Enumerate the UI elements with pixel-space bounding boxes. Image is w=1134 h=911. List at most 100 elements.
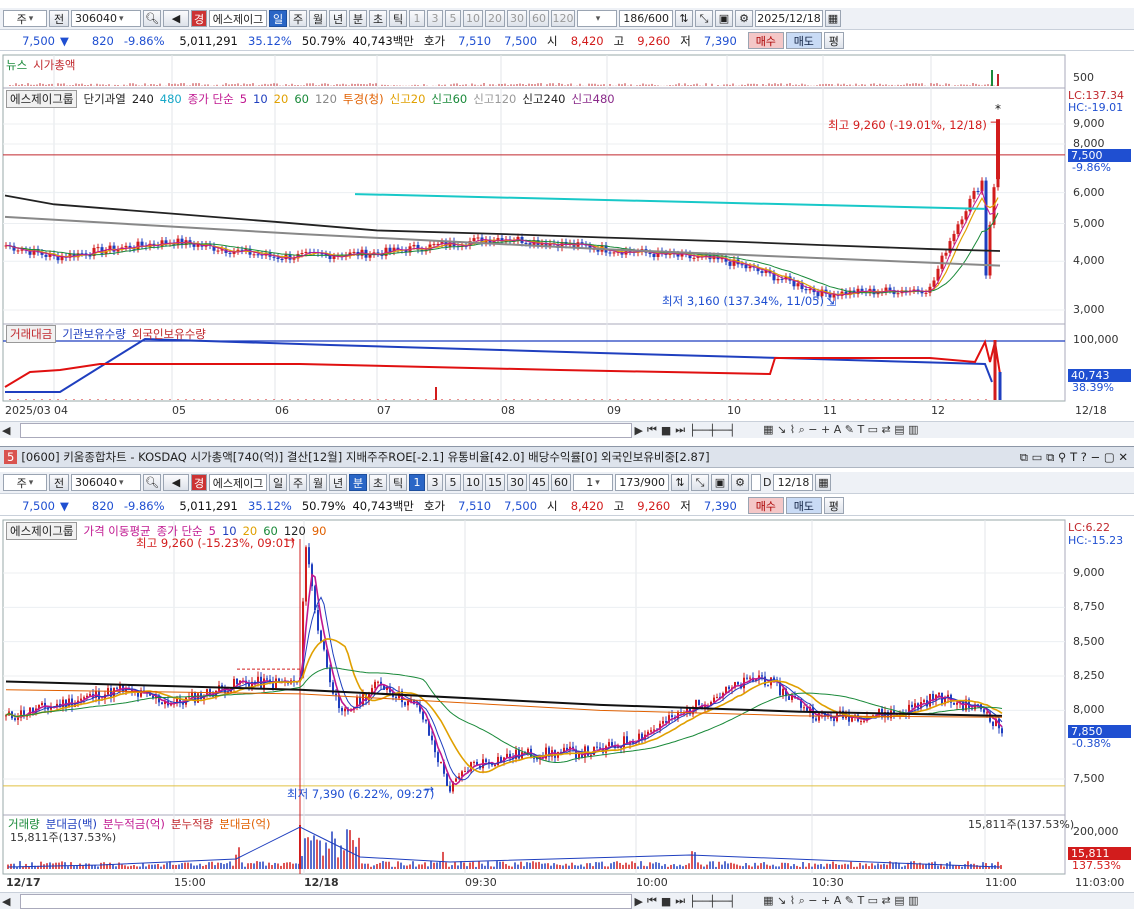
first-icon-2[interactable]: ⏮ <box>645 894 659 908</box>
candle-body <box>612 252 616 254</box>
candle-body <box>776 278 780 281</box>
unit-select-2[interactable]: 1 <box>573 474 613 491</box>
zoom-slider[interactable]: ├──┼──┤ <box>687 424 761 437</box>
candle-body <box>320 630 322 642</box>
period-second[interactable]: 초 <box>369 10 387 27</box>
candle-body <box>116 687 118 689</box>
zoom-icon[interactable]: ⤡ <box>695 10 713 27</box>
stop-icon[interactable]: ■ <box>659 424 673 437</box>
minute-10-2[interactable]: 10 <box>463 474 483 491</box>
search-icon-2[interactable]: 🔍︎ <box>143 474 161 491</box>
chart-tools-icon[interactable]: ▦ ↘ ⌇ ⌕ − + A ✎ T ▭ ⇄ ▤ ▥ <box>761 423 920 437</box>
count-field-2[interactable]: 173/900 <box>615 474 669 491</box>
scroll-track-2[interactable] <box>20 893 633 909</box>
minute-scrollbar[interactable]: ◀ ▶ ⏮ ■ ⏭ ├──┼──┤ ▦ ↘ ⌇ ⌕ − + A ✎ T ▭ ⇄ … <box>0 892 1134 909</box>
legend-news: 뉴스 <box>6 58 28 72</box>
last-icon-2[interactable]: ⏭ <box>673 894 687 908</box>
save-icon[interactable]: ▣ <box>715 10 733 27</box>
candle-type-icon[interactable]: ⇅ <box>675 10 693 27</box>
buy-button[interactable]: 매수 <box>747 32 784 49</box>
period-day-2[interactable]: 일 <box>269 474 287 491</box>
period-month-2[interactable]: 월 <box>309 474 327 491</box>
sell-button[interactable]: 매도 <box>785 32 822 49</box>
stop-icon-2[interactable]: ■ <box>659 895 673 908</box>
zoom-slider-2[interactable]: ├──┼──┤ <box>687 895 761 908</box>
speaker-icon[interactable]: ◀︎ <box>163 10 189 27</box>
candle-body <box>648 252 652 255</box>
minute-20[interactable]: 20 <box>485 10 505 27</box>
minute-15-2[interactable]: 15 <box>485 474 505 491</box>
chart-tools-icon-2[interactable]: ▦ ↘ ⌇ ⌕ − + A ✎ T ▭ ⇄ ▤ ▥ <box>761 894 920 908</box>
minute-5-2[interactable]: 5 <box>445 474 461 491</box>
window-number: 5 <box>4 450 18 464</box>
period-year[interactable]: 년 <box>329 10 347 27</box>
period-minute[interactable]: 분 <box>349 10 367 27</box>
daily-scrollbar[interactable]: ◀ ▶ ⏮ ■ ⏭ ├──┼──┤ ▦ ↘ ⌇ ⌕ − + A ✎ T ▭ ⇄ … <box>0 421 1134 438</box>
calendar-icon[interactable]: ▦ <box>825 10 841 27</box>
period-second-2[interactable]: 초 <box>369 474 387 491</box>
minute-chart-canvas[interactable]: →→ <box>0 517 1134 892</box>
period-month[interactable]: 월 <box>309 10 327 27</box>
x-axis-label: 08 <box>501 404 515 417</box>
legend-foreign: 외국인보유수량 <box>131 327 206 341</box>
period-tick[interactable]: 틱 <box>389 10 407 27</box>
window-controls[interactable]: ⧉ ▭ ⧉ ⚲ T ? − ▢ ✕ <box>1020 450 1128 465</box>
minute-30-2[interactable]: 30 <box>507 474 527 491</box>
candle-body <box>275 678 277 688</box>
minute-5[interactable]: 5 <box>445 10 461 27</box>
minute-30[interactable]: 30 <box>507 10 527 27</box>
minute-60-2[interactable]: 60 <box>551 474 571 491</box>
candle-type-icon-2[interactable]: ⇅ <box>671 474 689 491</box>
search-icon[interactable]: 🔍︎ <box>143 10 161 27</box>
candle-body <box>377 681 379 683</box>
period-week[interactable]: 주 <box>289 10 307 27</box>
minute-120[interactable]: 120 <box>551 10 575 27</box>
scroll-left-icon[interactable]: ◀ <box>0 424 12 437</box>
buy-button-2[interactable]: 매수 <box>747 497 784 514</box>
period-tick-2[interactable]: 틱 <box>389 474 407 491</box>
count-field[interactable]: 186/600 <box>619 10 673 27</box>
minute-1[interactable]: 1 <box>409 10 425 27</box>
period-day[interactable]: 일 <box>269 10 287 27</box>
minute-1-2[interactable]: 1 <box>409 474 425 491</box>
date-field-2[interactable]: 12/18 <box>773 474 814 491</box>
minute-45-2[interactable]: 45 <box>529 474 549 491</box>
scroll-left-icon-2[interactable]: ◀ <box>0 895 12 908</box>
candle-body <box>833 718 835 722</box>
x-axis-label: 04 <box>54 404 68 417</box>
speaker-icon-2[interactable]: ◀︎ <box>163 474 189 491</box>
calendar-icon-2[interactable]: ▦ <box>815 474 832 491</box>
first-icon[interactable]: ⏮ <box>645 423 659 437</box>
gear-icon[interactable]: ⚙ <box>735 10 753 27</box>
market-select-2[interactable]: 주 <box>3 474 47 491</box>
y-axis-label: 4,000 <box>1073 254 1105 268</box>
all-button[interactable]: 전 <box>49 10 69 27</box>
quote-low-label: 저 <box>680 33 691 48</box>
save-icon-2[interactable]: ▣ <box>711 474 729 491</box>
code-input[interactable]: 306040 <box>71 10 141 27</box>
zoom-icon-2[interactable]: ⤡ <box>691 474 709 491</box>
all-button-2[interactable]: 전 <box>49 474 69 491</box>
eval-button-2[interactable]: 평 <box>823 497 844 514</box>
unit-select[interactable] <box>577 10 617 27</box>
code-input-2[interactable]: 306040 <box>71 474 141 491</box>
candle-body <box>956 224 960 234</box>
scroll-right-icon[interactable]: ▶ <box>632 424 644 437</box>
minute-10[interactable]: 10 <box>463 10 483 27</box>
minute-3-2[interactable]: 3 <box>427 474 443 491</box>
candle-body <box>924 292 928 294</box>
sell-button-2[interactable]: 매도 <box>785 497 822 514</box>
scroll-right-icon-2[interactable]: ▶ <box>632 895 644 908</box>
period-minute-2[interactable]: 분 <box>349 474 367 491</box>
minute-3[interactable]: 3 <box>427 10 443 27</box>
scroll-track[interactable] <box>20 422 633 438</box>
gear-icon-2[interactable]: ⚙ <box>731 474 749 491</box>
period-year-2[interactable]: 년 <box>329 474 347 491</box>
period-week-2[interactable]: 주 <box>289 474 307 491</box>
market-select[interactable]: 주 <box>3 10 47 27</box>
d-checkbox[interactable] <box>751 474 761 491</box>
eval-button[interactable]: 평 <box>823 32 844 49</box>
date-field[interactable]: 2025/12/18 <box>755 10 823 27</box>
last-icon[interactable]: ⏭ <box>673 423 687 437</box>
minute-60[interactable]: 60 <box>529 10 549 27</box>
